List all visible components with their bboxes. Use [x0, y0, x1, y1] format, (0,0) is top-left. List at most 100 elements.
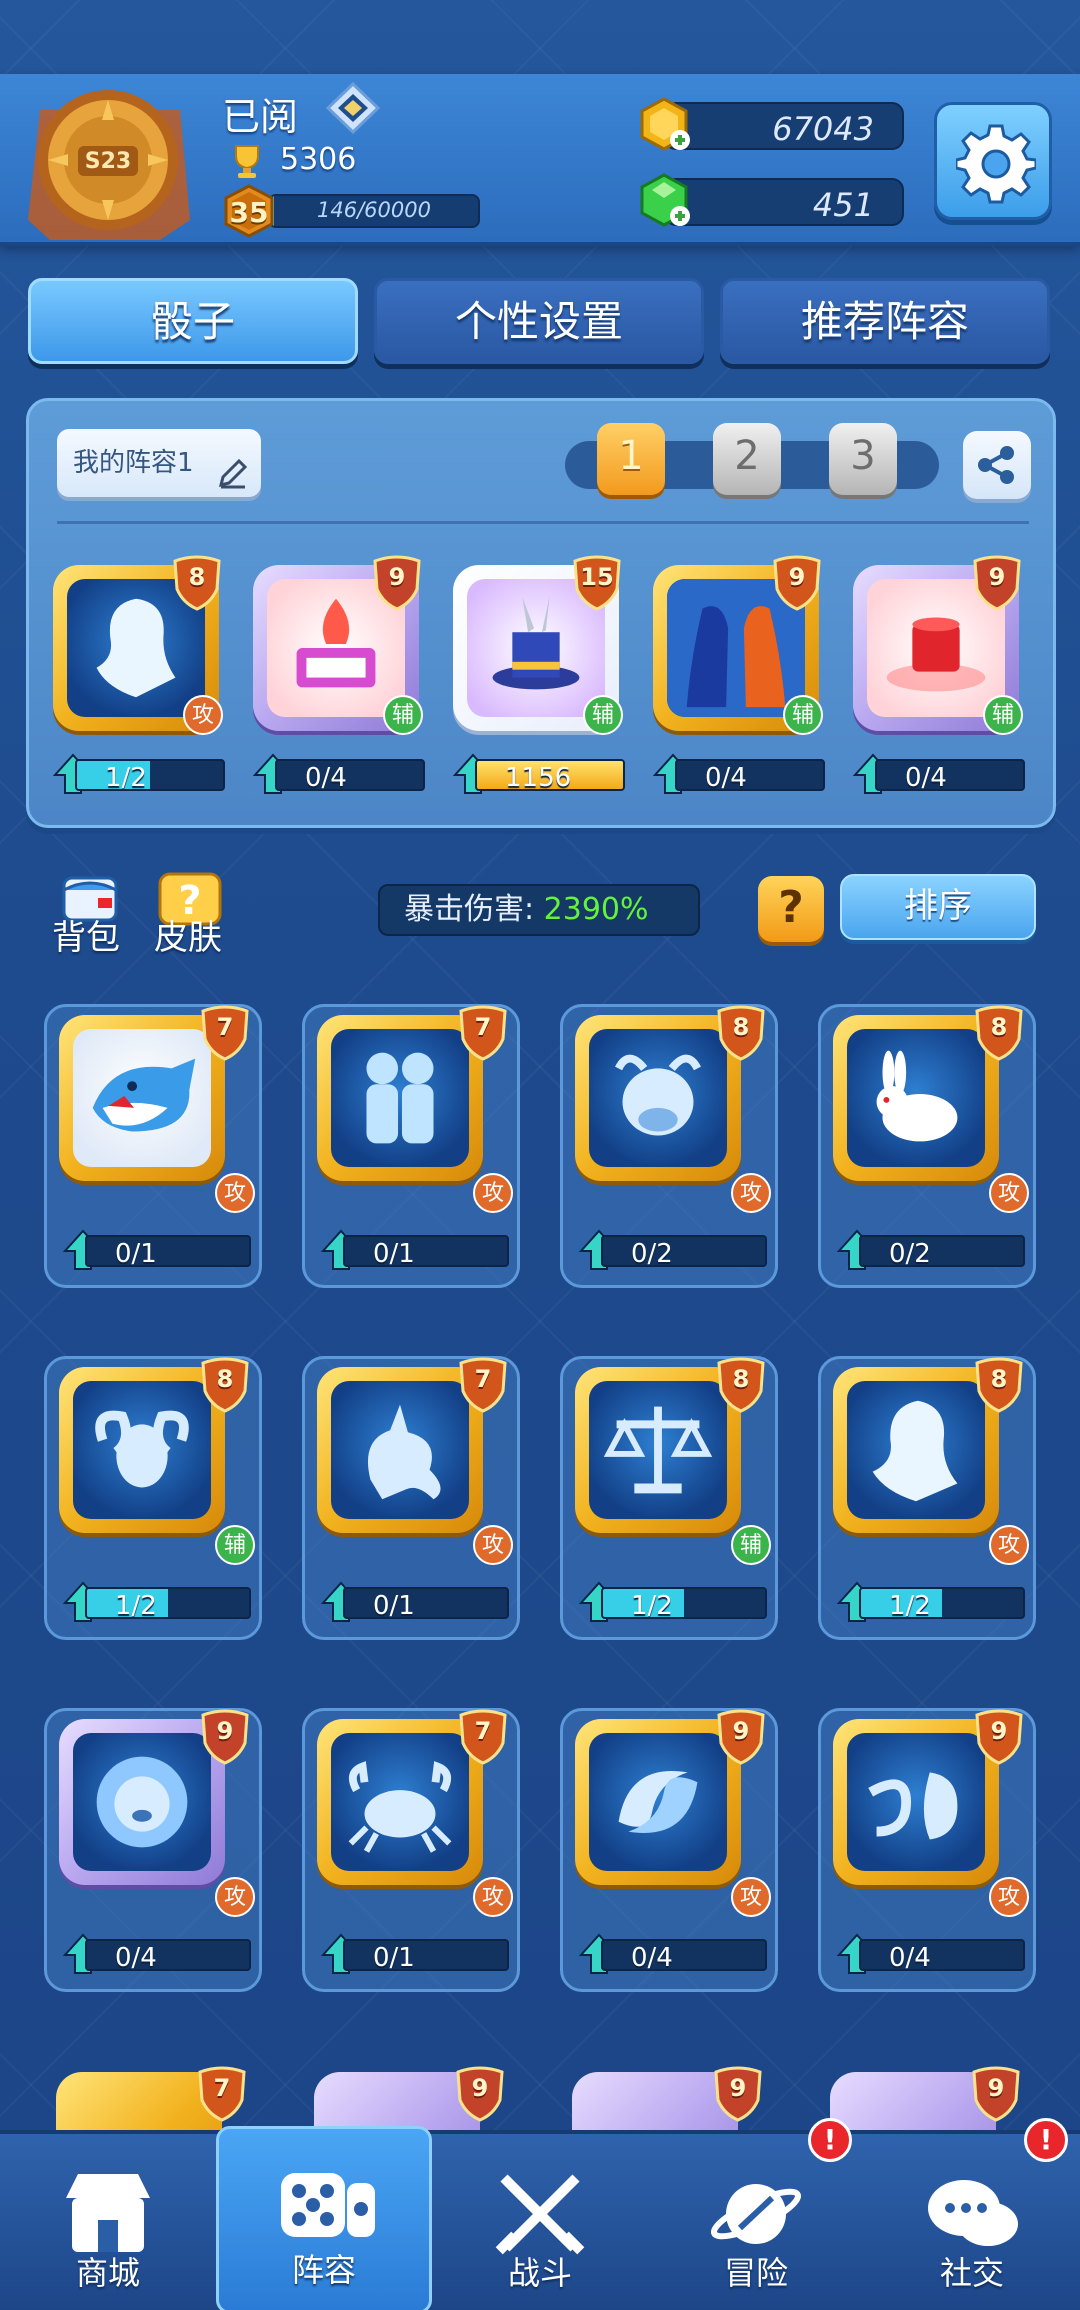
ram-icon: [73, 1381, 211, 1519]
nav-label: 阵容: [291, 2251, 356, 2289]
tab-recommended-decks[interactable]: 推荐阵容: [720, 278, 1050, 364]
skin-label[interactable]: 皮肤: [154, 910, 222, 959]
deck-twin-figure-dice[interactable]: 9 辅 0/4: [652, 555, 833, 794]
collection-aquarius-dice[interactable]: 9 攻 0/4: [818, 1708, 1036, 1992]
collection-upgrade-row: 0/4: [578, 1933, 769, 1974]
alert-badge: !: [1024, 2118, 1068, 2162]
backpack-label[interactable]: 背包: [52, 910, 120, 959]
tab-customize[interactable]: 个性设置: [374, 278, 704, 364]
season-label: S23: [85, 149, 131, 174]
dice-level: 7: [474, 1365, 492, 1393]
upgrade-progress-bar: 0/4: [859, 1939, 1025, 1971]
dice-level: 8: [732, 1365, 750, 1393]
collection-gemini-dice[interactable]: 7 攻 0/1: [302, 1004, 520, 1288]
level-shield-icon: 9: [971, 555, 1023, 611]
dice-level: 8: [216, 1365, 234, 1393]
tab-dice[interactable]: 骰子: [28, 278, 358, 364]
level-shield-icon: 9: [371, 555, 423, 611]
deck-altar-dice[interactable]: 9 辅 0/4: [252, 555, 433, 794]
collection-upgrade-row: 0/4: [62, 1933, 253, 1974]
dice-icon: [277, 2163, 377, 2253]
collection-aries-dice[interactable]: 8 辅 1/2: [44, 1356, 262, 1640]
nav-swords[interactable]: 战斗: [432, 2134, 648, 2310]
level-shield-icon: 15: [571, 555, 623, 611]
dice-role-tag: 攻: [989, 1173, 1029, 1213]
partial-dice-card[interactable]: 9: [830, 2066, 1020, 2130]
collection-upgrade-row: 0/1: [320, 1933, 511, 1974]
level-shield-icon: 7: [457, 1005, 509, 1061]
level-shield-icon: 8: [199, 1357, 251, 1413]
dice-role-tag: 辅: [983, 695, 1023, 735]
xp-bar: 146/60000: [268, 194, 480, 228]
crit-damage-value: 2390%: [543, 892, 649, 927]
add-coins-icon[interactable]: [636, 96, 692, 152]
collection-taurus-dice[interactable]: 8 攻 0/2: [560, 1004, 778, 1288]
planet-icon: [706, 2168, 806, 2258]
dice-role-tag: 辅: [731, 1525, 771, 1565]
sort-button[interactable]: 排序: [840, 874, 1036, 940]
upgrade-progress-text: 1/2: [115, 1591, 157, 1619]
collection-cancer-dice[interactable]: 7 攻 0/1: [302, 1708, 520, 1992]
help-button[interactable]: ?: [758, 876, 824, 942]
deck-red-hat-dice[interactable]: 9 辅 0/4: [852, 555, 1033, 794]
collection-leo-dice[interactable]: 9 攻 0/4: [44, 1708, 262, 1992]
collection-shark-dice[interactable]: 7 攻 0/1: [44, 1004, 262, 1288]
dice-role-tag: 攻: [989, 1877, 1029, 1917]
upgrade-progress-text: 1/2: [105, 763, 147, 791]
dice-level: 7: [216, 1013, 234, 1041]
dice-level: 7: [474, 1717, 492, 1745]
collection-pisces-dice[interactable]: 9 攻 0/4: [560, 1708, 778, 1992]
bull-icon: [589, 1029, 727, 1167]
partial-dice-card[interactable]: 9: [572, 2066, 762, 2130]
level-shield-icon: 9: [454, 2066, 506, 2122]
dice-role-tag: 攻: [473, 1173, 513, 1213]
rank-diamond-icon: [324, 81, 382, 135]
deck-virgo-dice[interactable]: 8 攻 1/2: [52, 555, 233, 794]
swords-icon: [490, 2168, 590, 2258]
dice-role-tag: 辅: [215, 1525, 255, 1565]
dice-level: 7: [213, 2074, 231, 2102]
edit-pencil-icon: [217, 447, 249, 515]
crab-icon: [331, 1733, 469, 1871]
upgrade-progress-bar: 0/1: [343, 1939, 509, 1971]
collection-rabbit-dice[interactable]: 8 攻 0/2: [818, 1004, 1036, 1288]
level-shield-icon: 7: [196, 2066, 248, 2122]
partial-dice-card[interactable]: 9: [314, 2066, 504, 2130]
upgrade-progress-text: 0/2: [631, 1239, 673, 1267]
collection-upgrade-row: 0/4: [836, 1933, 1027, 1974]
collection-capricorn-dice[interactable]: 7 攻 0/1: [302, 1356, 520, 1640]
upgrade-progress-text: 0/4: [115, 1943, 157, 1971]
deck-slot-2[interactable]: 2: [713, 423, 781, 495]
deck-upgrade-row: 0/4: [252, 753, 425, 794]
dice-level: 8: [732, 1013, 750, 1041]
collection-libra-dice[interactable]: 8 辅 1/2: [560, 1356, 778, 1640]
upgrade-progress-text: 0/4: [889, 1943, 931, 1971]
dice-level: 9: [471, 2074, 489, 2102]
gear-icon: [956, 124, 1036, 204]
season-badge[interactable]: S23: [20, 70, 196, 246]
alert-badge: !: [808, 2118, 852, 2162]
share-button[interactable]: [963, 431, 1031, 499]
upgrade-progress-text: 1/2: [631, 1591, 673, 1619]
dice-level: 9: [216, 1717, 234, 1745]
deck-name-button[interactable]: 我的阵容1: [57, 429, 261, 497]
upgrade-progress-bar: 0/1: [343, 1587, 509, 1619]
dice-role-tag: 攻: [731, 1877, 771, 1917]
collection-virgo-dice-2[interactable]: 8 攻 1/2: [818, 1356, 1036, 1640]
collection-upgrade-row: 0/1: [320, 1229, 511, 1270]
partial-dice-card[interactable]: 7: [56, 2066, 246, 2130]
upgrade-progress-text: 1156: [505, 763, 572, 791]
upgrade-progress-text: 0/4: [631, 1943, 673, 1971]
add-gems-icon[interactable]: [636, 172, 692, 228]
player-level: 35: [229, 196, 269, 229]
upgrade-progress-text: 0/4: [905, 763, 947, 791]
upgrade-progress-text: 0/1: [115, 1239, 157, 1267]
dice-role-tag: 攻: [473, 1877, 513, 1917]
settings-button[interactable]: [934, 102, 1052, 220]
deck-magic-hat-dice[interactable]: 15 辅 1156: [452, 555, 633, 794]
deck-slot-1[interactable]: 1: [597, 423, 665, 495]
nav-dice[interactable]: 阵容: [216, 2126, 432, 2310]
nav-shop[interactable]: 商城: [0, 2134, 216, 2310]
upgrade-progress-bar: 1/2: [601, 1587, 767, 1619]
deck-slot-3[interactable]: 3: [829, 423, 897, 495]
